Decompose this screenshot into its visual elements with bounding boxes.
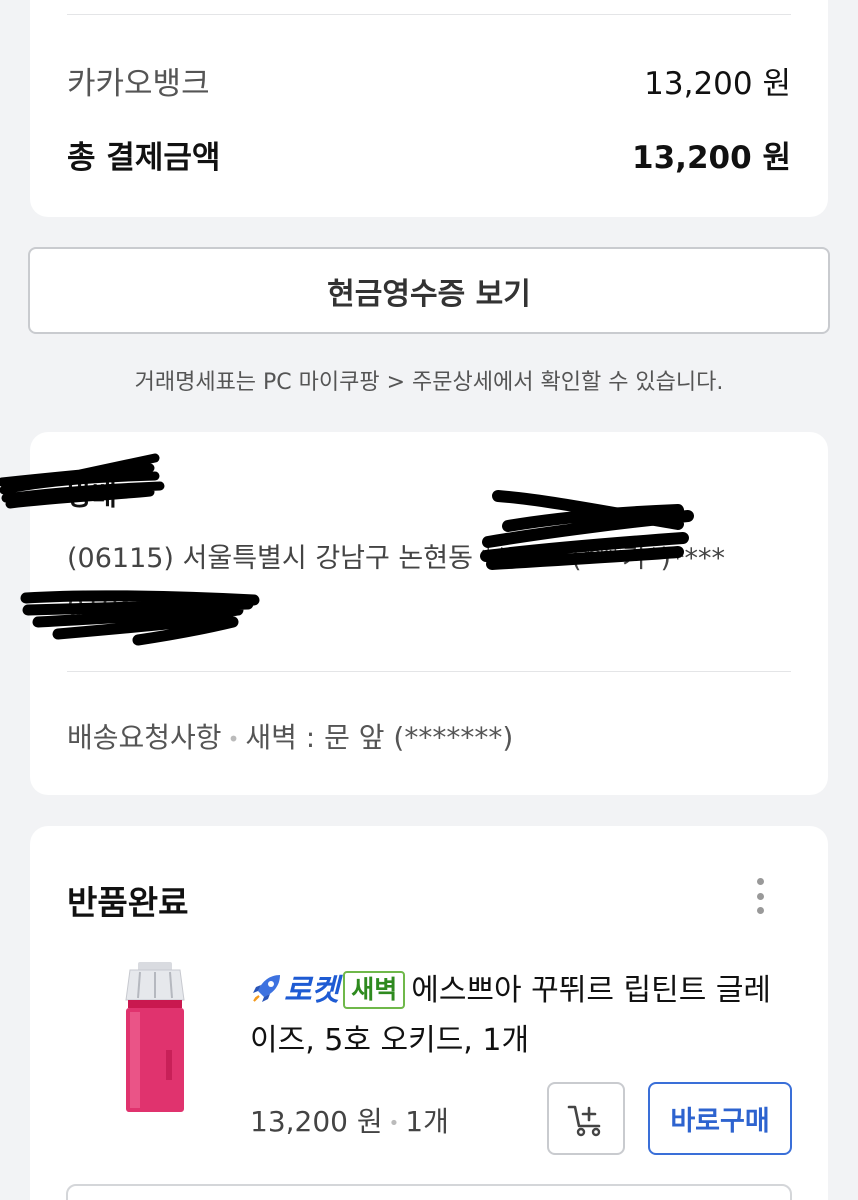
shipping-address: (06115) 서울특별시 강남구 논현동 *** ***(***가*)****: [67, 543, 726, 574]
recipient-name: 방배: [67, 481, 117, 512]
cash-receipt-button[interactable]: 현금영수증 보기: [28, 247, 830, 334]
recipient-phone: 010****3076: [67, 592, 242, 623]
product-title[interactable]: 로켓 새벽 에스쁘아 꾸뛰르 립틴트 글레이즈, 5호 오키드, 1개: [250, 966, 790, 1066]
order-status: 반품완료: [67, 883, 189, 922]
order-item-card: 반품완료 로켓 새벽 에스쁘아 꾸뛰르 립틴트 글레이즈, 5호 오키드, 1개 1…: [30, 826, 828, 1200]
payment-summary-card: 카카오뱅크 13,200 원 총 결제금액 13,200 원: [30, 0, 828, 217]
add-to-cart-button[interactable]: [547, 1082, 625, 1155]
statement-notice: 거래명세표는 PC 마이쿠팡 > 주문상세에서 확인할 수 있습니다.: [134, 370, 724, 395]
payment-method-row: 카카오뱅크 13,200 원: [67, 58, 791, 103]
divider: [67, 14, 791, 15]
separator-dot: •: [388, 1112, 400, 1134]
price-line: 13,200 원 • 1개: [250, 1100, 449, 1140]
total-payment-amount: 13,200 원: [632, 140, 791, 176]
shipping-address-card: 방배 (06115) 서울특별시 강남구 논현동 *** ***(***가*)*…: [30, 432, 828, 795]
rocket-label: 로켓: [284, 973, 340, 1008]
product-price: 13,200 원: [250, 1105, 383, 1138]
separator-dot: •: [227, 727, 240, 751]
dawn-delivery-badge: 새벽: [343, 971, 406, 1009]
rocket-icon: [253, 975, 280, 1002]
cart-add-icon: [567, 1105, 601, 1136]
payment-method-amount: 13,200 원: [644, 66, 791, 102]
divider: [67, 671, 791, 672]
next-card-edge: [66, 1184, 792, 1200]
total-payment-label: 총 결제금액: [67, 140, 221, 176]
product-image[interactable]: [100, 960, 210, 1118]
delivery-request-label: 배송요청사항: [67, 721, 222, 754]
buy-now-button[interactable]: 바로구매: [648, 1082, 792, 1155]
more-vertical-icon[interactable]: [747, 874, 773, 918]
delivery-request: 배송요청사항 • 새벽 : 문 앞 (*******): [67, 716, 513, 756]
payment-method-label: 카카오뱅크: [67, 66, 210, 102]
product-quantity: 1개: [405, 1105, 449, 1138]
delivery-request-value: 새벽 : 문 앞 (*******): [245, 721, 514, 754]
total-payment-row: 총 결제금액 13,200 원: [67, 132, 791, 177]
